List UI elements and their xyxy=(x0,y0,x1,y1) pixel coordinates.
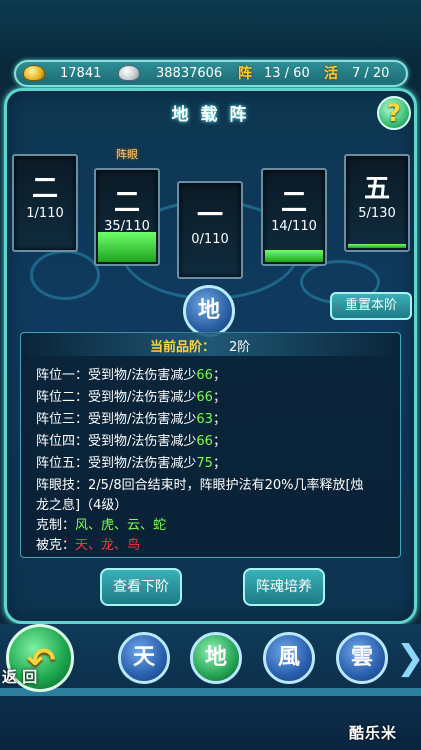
position-value: 75 xyxy=(196,456,213,471)
position-row-5: 阵位五：受到物/法伤害减少75； xyxy=(36,452,226,471)
cloud-decor xyxy=(30,250,100,300)
position-value: 63 xyxy=(196,412,213,427)
position-label: 阵位三： xyxy=(36,412,89,427)
position-label: 阵位一： xyxy=(36,368,89,383)
silver-amount: 38837606 xyxy=(156,66,223,81)
position-suffix: ； xyxy=(212,434,226,449)
position-suffix: ； xyxy=(212,412,226,427)
position-label: 阵位二： xyxy=(36,390,89,405)
position-text: 受到物/法伤害减少 xyxy=(88,434,197,449)
position-text: 受到物/法伤害减少 xyxy=(88,412,197,427)
slot-glyph: 二 xyxy=(113,188,140,218)
formation-eye-label: 阵眼 xyxy=(116,148,138,161)
position-value: 66 xyxy=(196,390,213,405)
top-background xyxy=(0,0,421,58)
slot-count: 14/110 xyxy=(271,219,317,234)
help-button[interactable]: ? xyxy=(377,96,411,130)
position-label: 阵位五： xyxy=(36,456,89,471)
earth-emblem: 地 xyxy=(183,285,235,337)
position-label: 阵位四： xyxy=(36,434,89,449)
grade-label: 当前品阶： xyxy=(150,340,216,355)
slot-count: 35/110 xyxy=(104,219,150,234)
formation-tab-heaven[interactable]: 天 xyxy=(118,632,170,684)
formation-count: 13 / 60 xyxy=(264,66,310,81)
screen: 17841 38837606 阵 13 / 60 活 7 / 20 地 载 阵 … xyxy=(0,0,421,750)
eye-skill-text: 2/5/8回合结束时，阵眼护法有20%几率释放[烛 xyxy=(88,478,364,493)
formation-count-icon: 阵 xyxy=(238,66,252,82)
slot-glyph: 一 xyxy=(196,201,223,231)
slot-glyph: 二 xyxy=(31,174,58,204)
eye-skill-label: 阵眼技： xyxy=(36,478,89,493)
formation-tab-earth[interactable]: 地 xyxy=(190,632,242,684)
counters-row: 克制：风、虎、云、蛇 xyxy=(36,514,166,533)
position-row-4: 阵位四：受到物/法伤害减少66； xyxy=(36,430,226,449)
grade-value: 2阶 xyxy=(229,340,251,355)
formation-tab-cloud[interactable]: 雲 xyxy=(336,632,388,684)
slot-glyph: 五 xyxy=(363,174,390,204)
formation-tab-wind[interactable]: 風 xyxy=(263,632,315,684)
eye-skill-row: 阵眼技：2/5/8回合结束时，阵眼护法有20%几率释放[烛 xyxy=(36,474,364,493)
slot-count: 1/110 xyxy=(26,206,64,221)
countered-by-label: 被克： xyxy=(36,538,76,553)
formation-soul-training-button[interactable]: 阵魂培养 xyxy=(243,568,325,606)
formation-slot-3[interactable]: 一 0/110 xyxy=(177,181,243,279)
reset-tier-button[interactable]: 重置本阶 xyxy=(330,292,412,320)
position-value: 66 xyxy=(196,368,213,383)
slot-count: 5/130 xyxy=(358,206,396,221)
eye-skill-row-2: 龙之息]（4级） xyxy=(36,494,127,513)
position-text: 受到物/法伤害减少 xyxy=(88,390,197,405)
slot-progress-fill xyxy=(348,244,406,248)
countered-by-row: 被克：天、龙、鸟 xyxy=(36,534,140,553)
resource-bar: 17841 38837606 阵 13 / 60 活 7 / 20 xyxy=(14,60,408,87)
next-page-arrow-icon[interactable]: ❯ xyxy=(396,638,421,678)
slot-glyph: 二 xyxy=(280,188,307,218)
position-suffix: ； xyxy=(212,390,226,405)
position-suffix: ； xyxy=(212,368,226,383)
position-row-3: 阵位三：受到物/法伤害减少63； xyxy=(36,408,226,427)
bottom-strip xyxy=(0,688,421,696)
countered-by-value: 天、龙、鸟 xyxy=(75,538,141,553)
position-suffix: ； xyxy=(212,456,226,471)
slot-count: 0/110 xyxy=(191,232,229,247)
position-value: 66 xyxy=(196,434,213,449)
formation-slot-1[interactable]: 二 1/110 xyxy=(12,154,78,252)
view-next-tier-button[interactable]: 查看下阶 xyxy=(100,568,182,606)
slot-progress-fill xyxy=(265,250,323,262)
gold-ingot-icon xyxy=(23,65,45,81)
formation-slot-2[interactable]: 二 35/110 xyxy=(94,168,160,266)
gold-amount: 17841 xyxy=(60,66,102,81)
counters-label: 克制： xyxy=(36,518,76,533)
watermark: 酷乐米 xyxy=(349,724,398,742)
formation-slot-4[interactable]: 二 14/110 xyxy=(261,168,327,266)
eye-skill-text-2: 龙之息]（4级） xyxy=(36,498,128,513)
position-row-1: 阵位一：受到物/法伤害减少66； xyxy=(36,364,226,383)
silver-ingot-icon xyxy=(118,65,140,81)
formation-slot-5[interactable]: 五 5/130 xyxy=(344,154,410,252)
back-label: 返 回 xyxy=(2,668,38,686)
slot-progress-fill xyxy=(98,232,156,262)
active-count: 7 / 20 xyxy=(352,66,390,81)
position-text: 受到物/法伤害减少 xyxy=(88,456,197,471)
active-count-icon: 活 xyxy=(324,66,338,82)
counters-value: 风、虎、云、蛇 xyxy=(75,518,167,533)
position-text: 受到物/法伤害减少 xyxy=(88,368,197,383)
position-row-2: 阵位二：受到物/法伤害减少66； xyxy=(36,386,226,405)
grade-row: 当前品阶： 2阶 xyxy=(150,336,250,355)
panel-title: 地 载 阵 xyxy=(171,105,250,125)
